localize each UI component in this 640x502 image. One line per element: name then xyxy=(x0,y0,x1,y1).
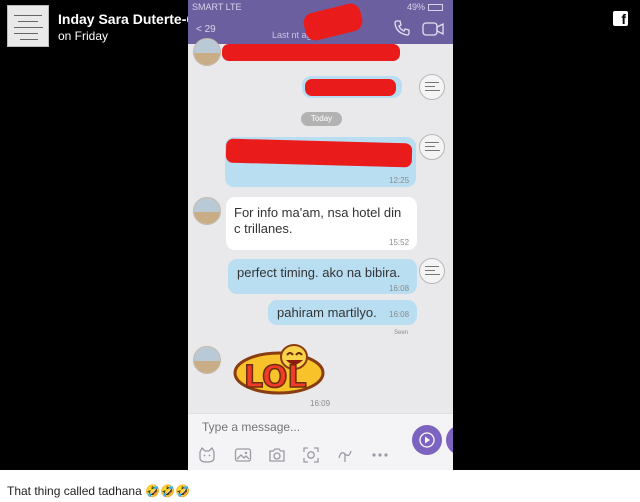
caption-text: That thing called tadhana 🤣🤣🤣 xyxy=(7,484,190,498)
message-composer xyxy=(188,413,453,470)
back-button[interactable]: < 29 xyxy=(196,24,216,35)
sticker-icon[interactable] xyxy=(198,446,216,464)
message-time: 16:09 xyxy=(310,399,331,408)
chat-screenshot: SMART LTE 49% < 29 Last nt ago Today 12:… xyxy=(188,0,453,470)
chat-header: SMART LTE 49% < 29 Last nt ago xyxy=(188,0,453,44)
seen-label: Seen xyxy=(394,330,409,336)
message-time: 16:08 xyxy=(389,284,410,293)
read-receipt-avatar xyxy=(419,258,445,284)
message-time: 15:52 xyxy=(389,238,410,247)
message-time: 12:25 xyxy=(389,176,410,185)
phone-icon[interactable] xyxy=(394,20,410,36)
sticker-text: LOL xyxy=(244,360,307,395)
author-avatar[interactable] xyxy=(7,5,49,47)
redacted-contact-name xyxy=(301,1,365,43)
more-icon[interactable] xyxy=(371,446,389,464)
gif-icon[interactable] xyxy=(302,446,320,464)
doodle-icon[interactable] xyxy=(336,446,354,464)
read-receipt-avatar xyxy=(419,74,445,100)
post-caption: That thing called tadhana 🤣🤣🤣 xyxy=(0,470,640,502)
carrier-label: SMART LTE xyxy=(192,2,242,12)
message-time: 16:08 xyxy=(389,310,410,319)
lol-sticker-icon[interactable]: LOL xyxy=(232,343,326,399)
read-receipt-avatar xyxy=(419,134,445,160)
secondary-action-button[interactable] xyxy=(446,425,453,455)
message-input[interactable] xyxy=(202,420,402,434)
gallery-icon[interactable] xyxy=(234,446,252,464)
redacted-message xyxy=(225,138,413,168)
post-timestamp[interactable]: on Friday xyxy=(58,29,108,43)
message-text: c trillanes. xyxy=(234,221,293,236)
contact-avatar[interactable] xyxy=(193,346,221,374)
facebook-logo-icon[interactable]: f xyxy=(613,11,628,27)
redacted-message xyxy=(222,44,400,61)
battery-icon xyxy=(428,4,443,11)
message-text: For info ma'am, nsa hotel din xyxy=(234,205,402,220)
send-icon xyxy=(419,432,435,448)
message-text: perfect timing. ako na bibira. xyxy=(237,265,401,280)
contact-avatar[interactable] xyxy=(193,38,221,66)
camera-icon[interactable] xyxy=(268,446,286,464)
date-divider: Today xyxy=(301,112,342,126)
send-button[interactable] xyxy=(412,425,442,455)
message-text: pahiram martilyo. xyxy=(277,305,377,320)
redacted-message xyxy=(305,79,396,96)
contact-avatar[interactable] xyxy=(193,197,221,225)
battery-percent: 49% xyxy=(406,2,425,12)
video-call-icon[interactable] xyxy=(422,22,444,36)
